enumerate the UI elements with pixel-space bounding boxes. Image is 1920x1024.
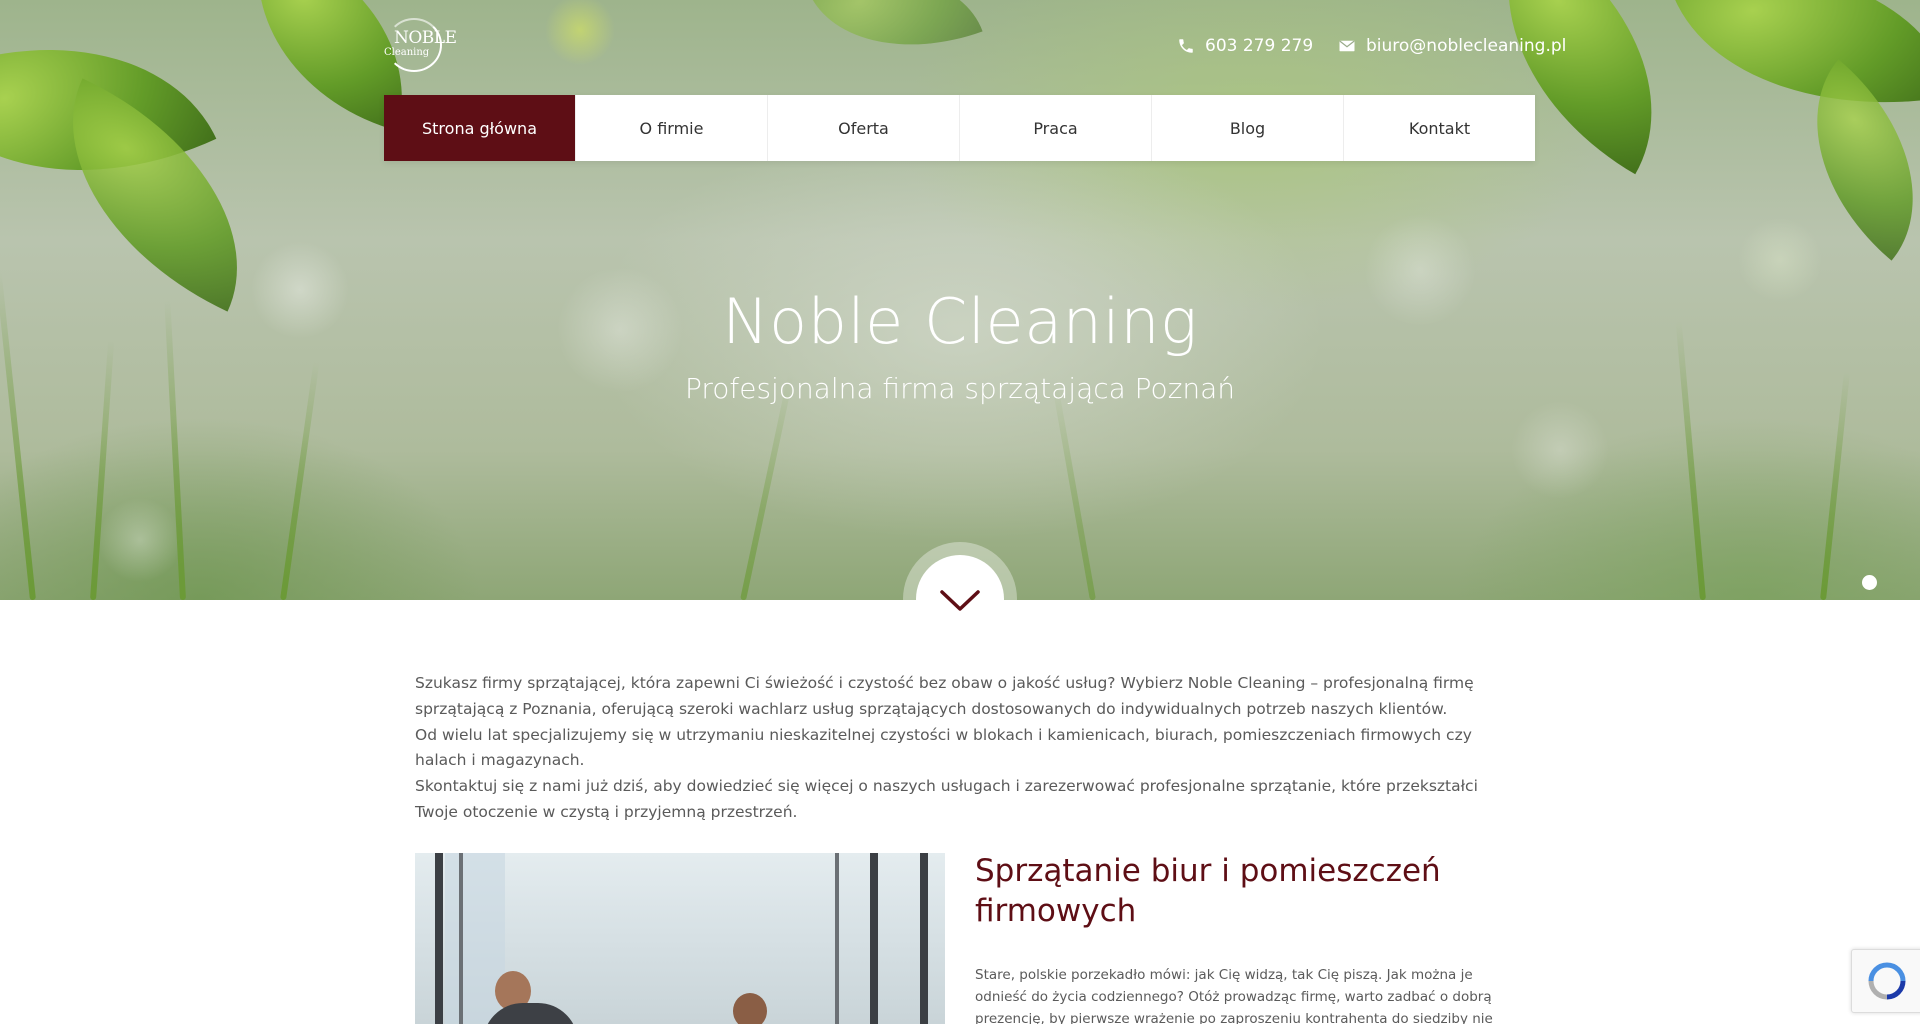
leaf-decoration [807, 0, 983, 83]
nav-item-home[interactable]: Strona główna [384, 95, 576, 161]
recaptcha-badge[interactable] [1851, 949, 1920, 1013]
chevron-down-icon [940, 590, 980, 611]
envelope-icon [1339, 40, 1355, 52]
nav-item-about[interactable]: O firmie [576, 95, 768, 161]
logo[interactable]: NOBLE Cleaning [384, 18, 457, 72]
photo-door-frame [920, 853, 928, 1024]
logo-text-noble: NOBLE [394, 28, 457, 48]
scroll-down-button[interactable] [916, 555, 1004, 643]
grass-decoration [740, 374, 794, 600]
nav-item-blog[interactable]: Blog [1152, 95, 1344, 161]
photo-door-frame [835, 853, 839, 1024]
grass-decoration [1820, 370, 1851, 600]
photo-door-frame [459, 853, 463, 1024]
nav-item-jobs[interactable]: Praca [960, 95, 1152, 161]
slider-dot[interactable] [1862, 575, 1877, 590]
email-link[interactable]: biuro@noblecleaning.pl [1338, 36, 1566, 56]
office-cleaning-photo [415, 853, 945, 1024]
hero-subtitle: Profesjonalna firma sprzątająca Poznań [684, 372, 1236, 405]
nav-item-offer[interactable]: Oferta [768, 95, 960, 161]
grass-decoration [1051, 382, 1096, 600]
phone-number: 603 279 279 [1205, 36, 1314, 56]
hero-section: NOBLE Cleaning 603 279 279 biuro@noblecl… [0, 0, 1920, 600]
hero-title: Noble Cleaning [722, 285, 1198, 358]
intro-paragraph: Skontaktuj się z nami już dziś, aby dowi… [415, 777, 1478, 821]
intro-text: Szukasz firmy sprzątającej, która zapewn… [415, 671, 1510, 826]
phone-icon [1179, 39, 1193, 53]
logo-text-cleaning: Cleaning [384, 47, 430, 58]
section-title: Sprzątanie biur i pomieszczeń firmowych [975, 853, 1441, 929]
grass-decoration [1675, 320, 1706, 600]
nav-item-contact[interactable]: Kontakt [1344, 95, 1535, 161]
intro-paragraph: Szukasz firmy sprzątającej, która zapewn… [415, 674, 1474, 718]
intro-paragraph: Od wielu lat specjalizujemy się w utrzym… [415, 725, 1472, 770]
recaptcha-icon [1868, 962, 1906, 1000]
photo-door-frame [870, 853, 878, 1024]
photo-person [733, 993, 767, 1024]
photo-door-frame [435, 853, 443, 1024]
phone-link[interactable]: 603 279 279 [1177, 36, 1313, 56]
main-navigation: Strona główna O firmie Oferta Praca Blog… [384, 95, 1535, 161]
section-text: Stare, polskie porzekadło mówi: jak Cię … [975, 967, 1493, 1024]
email-address: biuro@noblecleaning.pl [1366, 36, 1567, 56]
